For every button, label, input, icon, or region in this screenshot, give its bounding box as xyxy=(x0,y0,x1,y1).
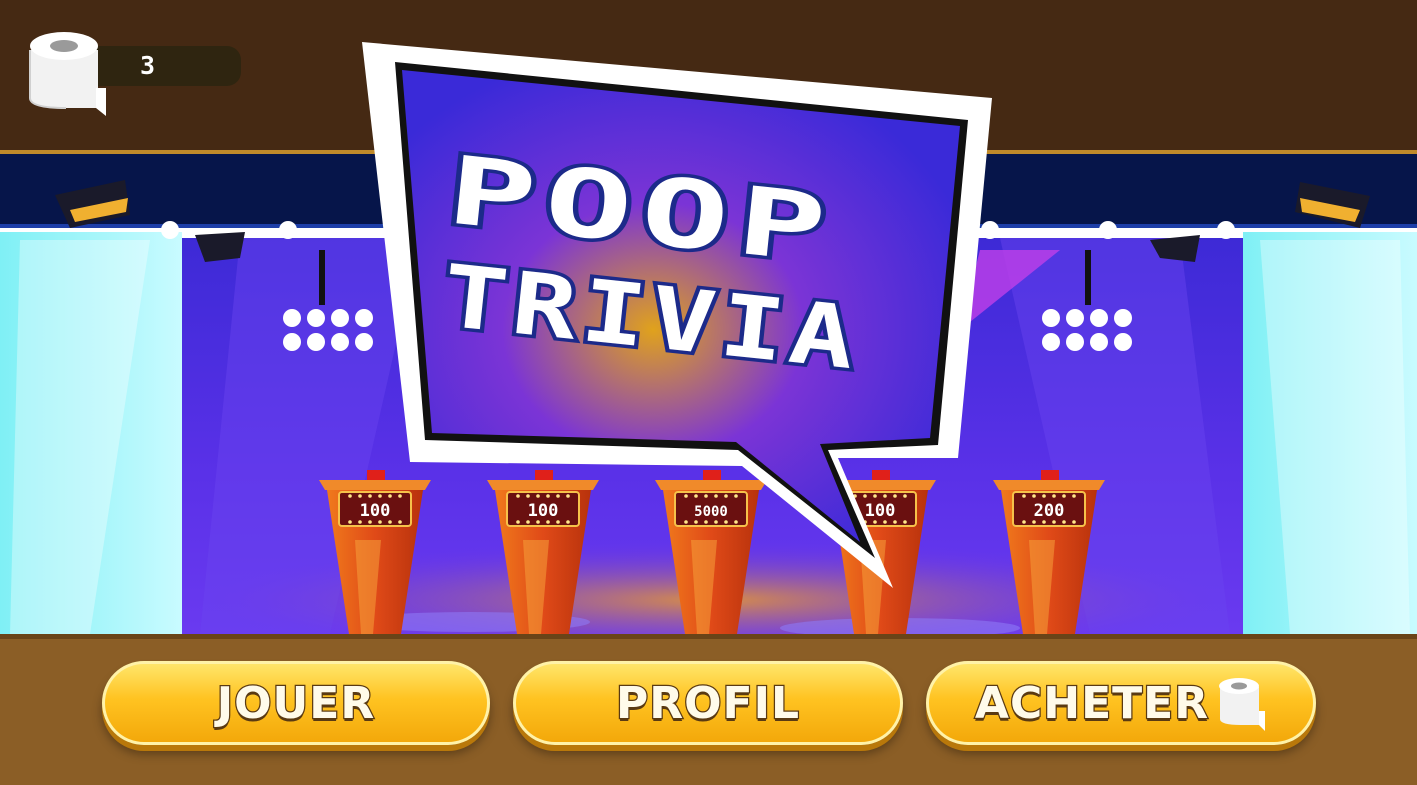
toilet-paper-roll-icon xyxy=(1219,678,1266,731)
play-button-label: JOUER xyxy=(216,676,376,730)
podium-score: 5000 xyxy=(694,504,728,520)
podium-score: 100 xyxy=(865,501,896,521)
podium-score: 100 xyxy=(360,501,391,521)
podium-score: 200 xyxy=(1034,501,1065,521)
roll-counter: 3 xyxy=(96,46,241,86)
buy-button-label: ACHETER xyxy=(974,676,1210,730)
roll-count: 3 xyxy=(140,51,156,80)
profile-button-label: PROFIL xyxy=(615,676,801,730)
podium-score: 100 xyxy=(528,501,559,521)
toilet-paper-roll-icon xyxy=(29,32,106,116)
buy-button[interactable]: ACHETER xyxy=(926,661,1316,745)
game-title: POOP TRIVIA xyxy=(434,131,868,393)
profile-button[interactable]: PROFIL xyxy=(513,661,903,745)
play-button[interactable]: JOUER xyxy=(102,661,490,745)
